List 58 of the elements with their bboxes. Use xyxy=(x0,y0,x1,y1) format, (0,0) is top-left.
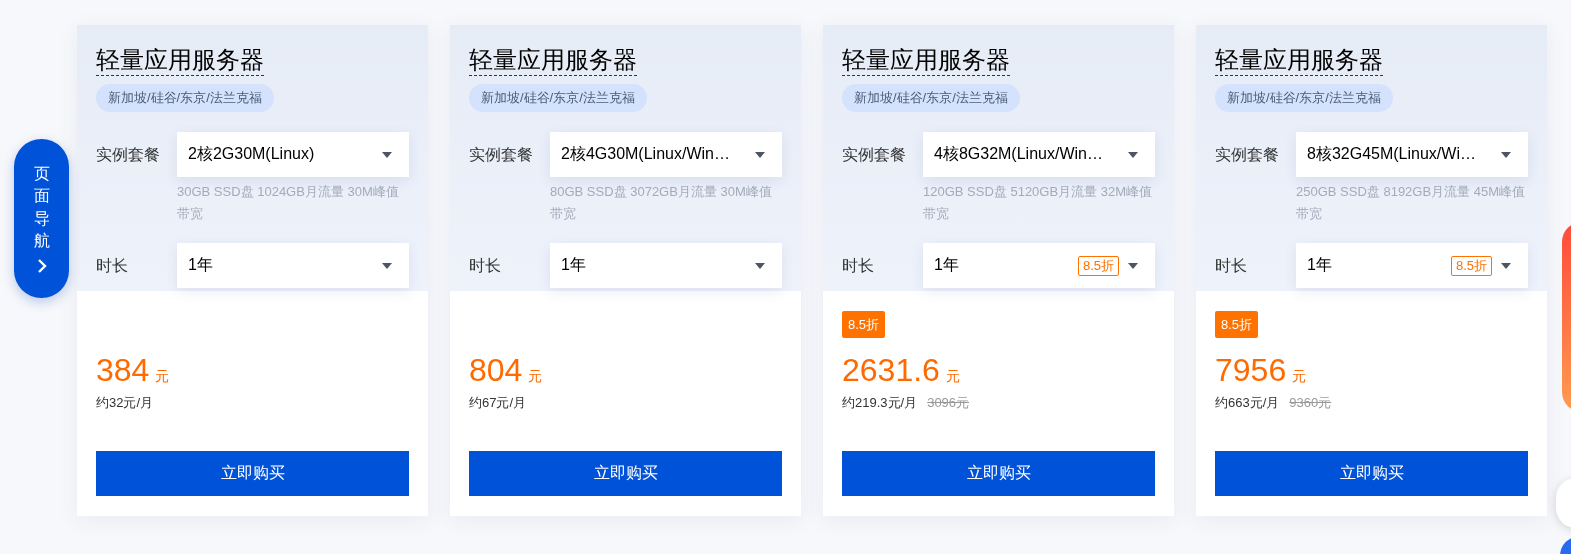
price: 2631.6 xyxy=(842,352,940,388)
product-title: 轻量应用服务器 xyxy=(96,45,264,76)
caret-icon xyxy=(755,262,765,269)
duration-dropdown[interactable]: 1年 8.5折 xyxy=(1296,243,1528,288)
field-label: 时长 xyxy=(469,256,502,276)
price: 804 xyxy=(469,352,523,388)
duration-dropdown[interactable]: 1年 xyxy=(177,243,409,288)
discount-badge: 8.5折 xyxy=(842,311,886,338)
buy-button[interactable]: 立即购买 xyxy=(469,451,782,496)
caret-icon xyxy=(755,151,765,158)
caret-icon xyxy=(382,262,392,269)
plan-description: 30GB SSD盘 1024GB月流量 30M峰值带宽 xyxy=(177,183,400,223)
plan-description: 250GB SSD盘 8192GB月流量 45M峰值带宽 xyxy=(1296,183,1527,223)
region-tag: 新加坡/硅谷/东京/法兰克福 xyxy=(96,84,274,112)
price: 384 xyxy=(96,352,150,388)
field-label: 时长 xyxy=(1215,256,1248,276)
price-unit: 元 xyxy=(528,368,543,386)
region-tag: 新加坡/硅谷/东京/法兰克福 xyxy=(469,84,647,112)
field-label: 时长 xyxy=(842,256,875,276)
field-label: 实例套餐 xyxy=(1215,145,1280,165)
plan-dropdown[interactable]: 2核4G30M(Linux/Win… xyxy=(550,132,782,177)
plan-description: 80GB SSD盘 3072GB月流量 30M峰值带宽 xyxy=(550,183,773,223)
region-tag: 新加坡/硅谷/东京/法兰克福 xyxy=(1215,84,1393,112)
caret-icon xyxy=(1128,151,1138,158)
caret-icon xyxy=(1501,262,1511,269)
plan-dropdown[interactable]: 4核8G32M(Linux/Win… xyxy=(923,132,1155,177)
monthly-price: 约32元/月 xyxy=(96,394,154,412)
original-price: 3096元 xyxy=(927,394,970,412)
caret-icon xyxy=(1501,151,1511,158)
product-title: 轻量应用服务器 xyxy=(842,45,1010,76)
original-price: 9360元 xyxy=(1289,394,1332,412)
field-label: 实例套餐 xyxy=(96,145,161,165)
duration-dropdown[interactable]: 1年 8.5折 xyxy=(923,243,1155,288)
price-unit: 元 xyxy=(155,368,170,386)
plan-dropdown[interactable]: 2核2G30M(Linux) xyxy=(177,132,409,177)
price: 7956 xyxy=(1215,352,1287,388)
field-label: 时长 xyxy=(96,256,129,276)
buy-button[interactable]: 立即购买 xyxy=(96,451,409,496)
caret-icon xyxy=(1128,262,1138,269)
plan-description: 120GB SSD盘 5120GB月流量 32M峰值带宽 xyxy=(923,183,1154,223)
monthly-price: 约219.3元/月 xyxy=(842,394,918,412)
page-nav-button[interactable]: 页面导航 xyxy=(14,139,69,298)
product-title: 轻量应用服务器 xyxy=(469,45,637,76)
chevron-right-icon xyxy=(36,258,47,275)
region-tag: 新加坡/硅谷/东京/法兰克福 xyxy=(842,84,1020,112)
price-unit: 元 xyxy=(1292,368,1307,386)
monthly-price: 约67元/月 xyxy=(469,394,527,412)
discount-badge: 8.5折 xyxy=(1215,311,1259,338)
field-label: 实例套餐 xyxy=(469,145,534,165)
caret-icon xyxy=(382,151,392,158)
buy-button[interactable]: 立即购买 xyxy=(842,451,1155,496)
product-title: 轻量应用服务器 xyxy=(1215,45,1383,76)
duration-dropdown[interactable]: 1年 xyxy=(550,243,782,288)
buy-button[interactable]: 立即购买 xyxy=(1215,451,1528,496)
field-label: 实例套餐 xyxy=(842,145,907,165)
monthly-price: 约663元/月 xyxy=(1215,394,1280,412)
price-unit: 元 xyxy=(945,368,960,386)
plan-dropdown[interactable]: 8核32G45M(Linux/Wi… xyxy=(1296,132,1528,177)
